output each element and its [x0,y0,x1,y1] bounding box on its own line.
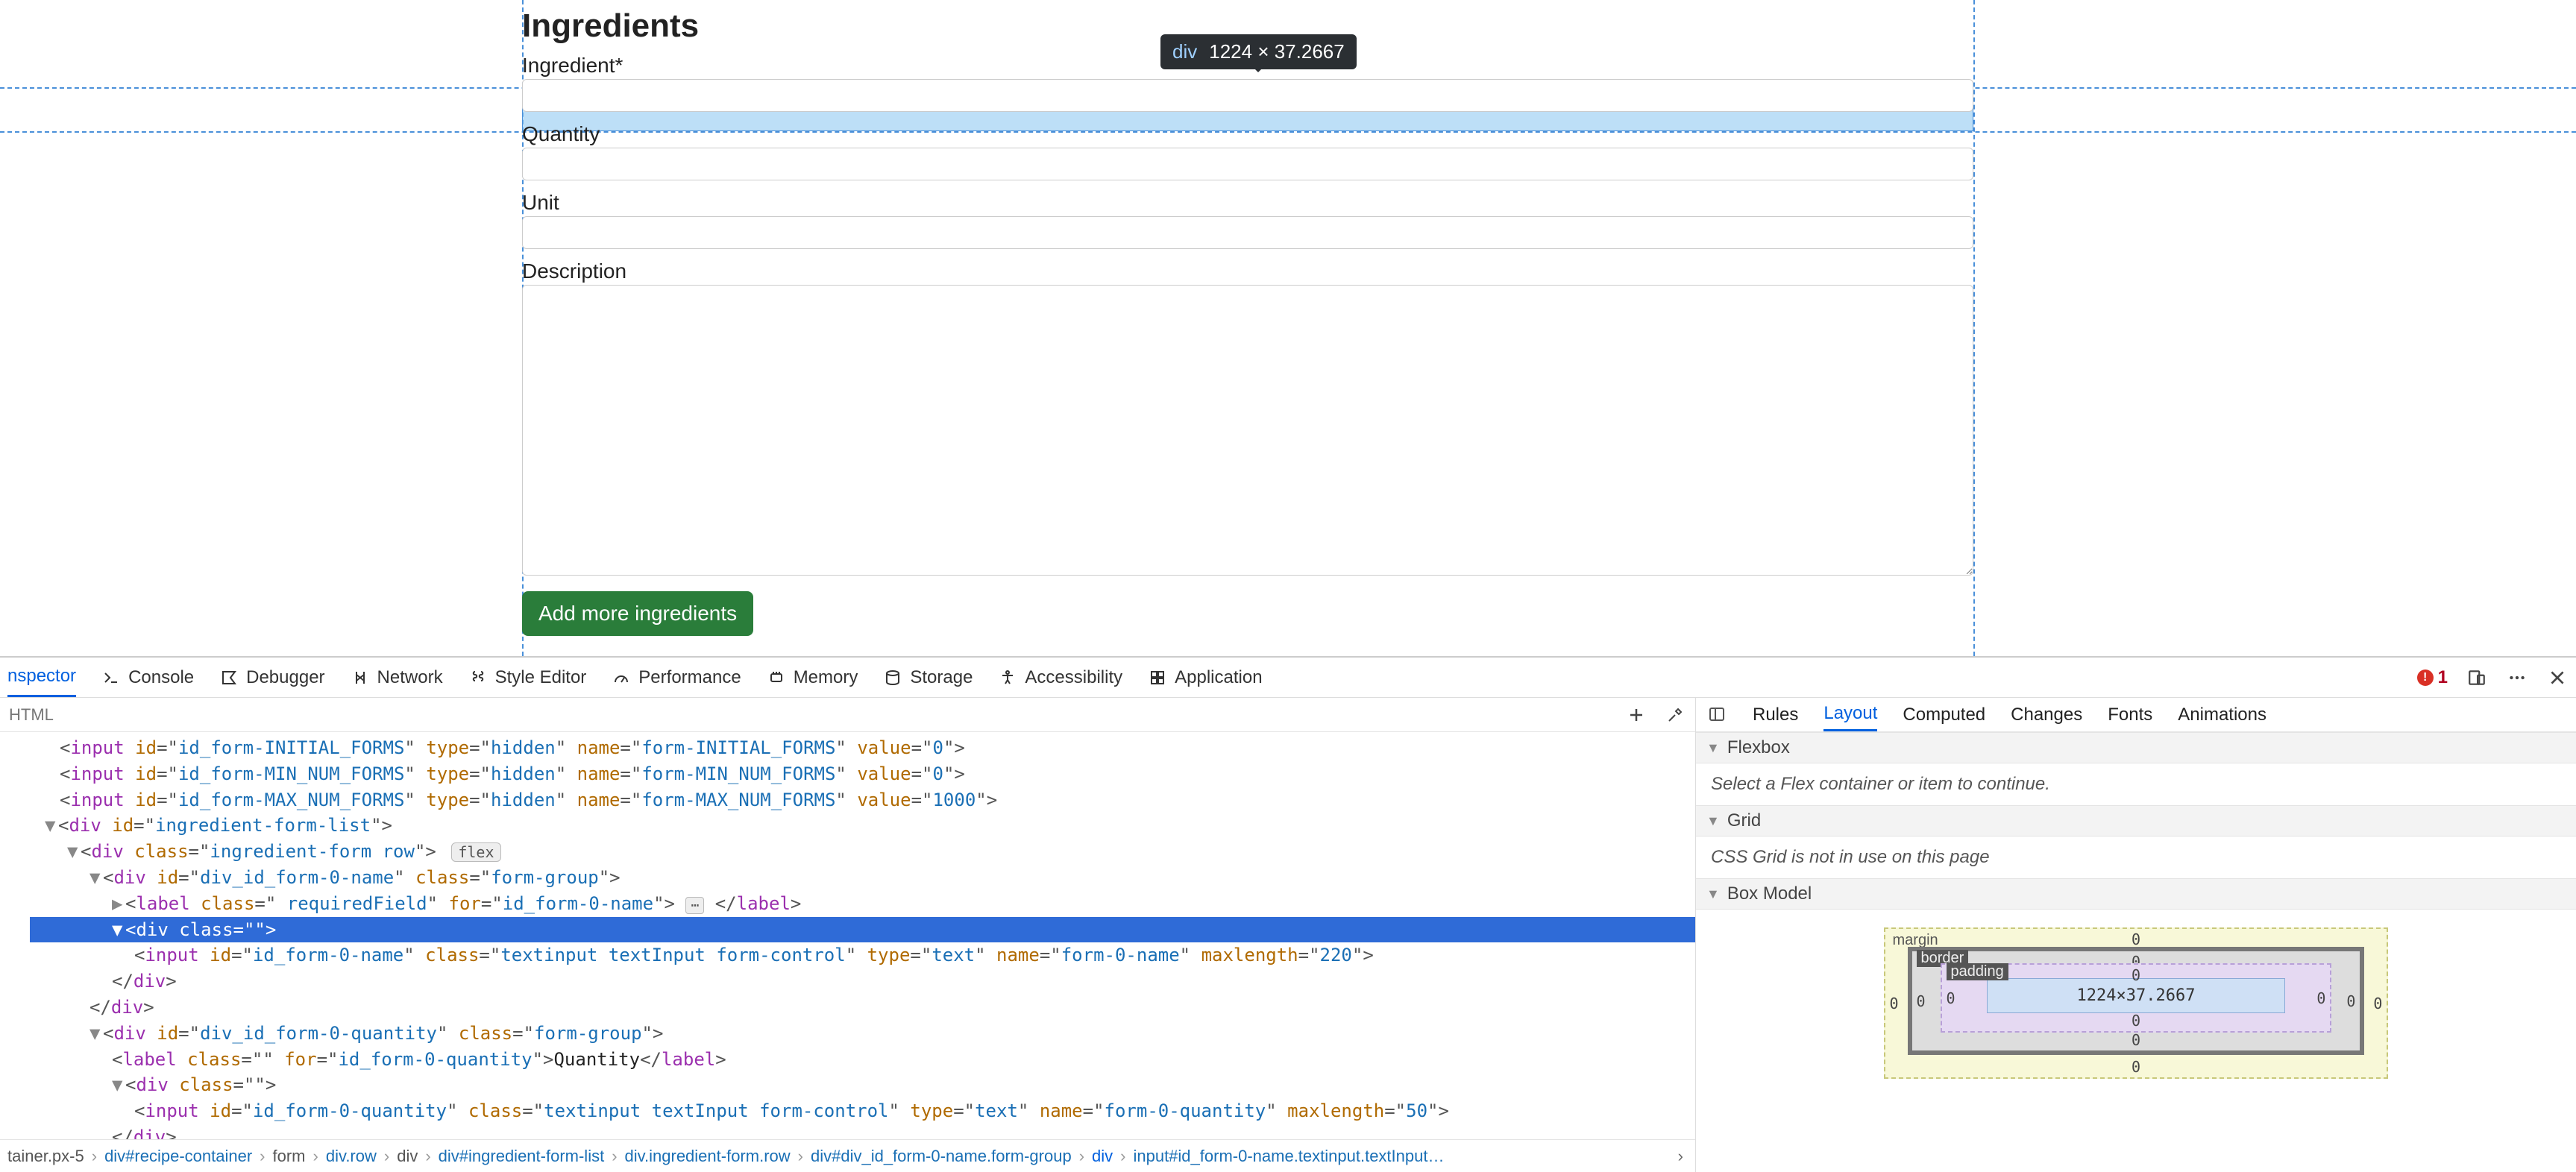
storage-icon [883,668,902,687]
responsive-mode-icon[interactable] [2466,667,2488,689]
highlight-guide-right [1973,0,1975,656]
tab-memory[interactable]: Memory [767,658,858,697]
memory-icon [767,668,786,687]
subtab-changes[interactable]: Changes [2011,698,2082,731]
html-search-label: HTML [9,705,54,725]
tab-console[interactable]: Console [101,658,194,697]
html-search-row: HTML [0,698,1695,732]
tab-style-editor[interactable]: Style Editor [468,658,587,697]
kebab-menu-icon[interactable] [2506,667,2528,689]
subtab-layout[interactable]: Layout [1823,698,1877,731]
ingredients-form: Ingredients Ingredient* Quantity Unit De… [522,7,1973,636]
grid-message: CSS Grid is not in use on this page [1696,837,2576,878]
tab-debugger[interactable]: Debugger [219,658,324,697]
tab-inspector[interactable]: nspector [7,658,76,697]
tab-application[interactable]: Application [1148,658,1262,697]
quantity-group: Quantity [522,122,1973,180]
flexbox-section-header[interactable]: ▼Flexbox [1696,732,2576,763]
quantity-input[interactable] [522,148,1973,180]
application-icon [1148,668,1167,687]
add-more-ingredients-button[interactable]: Add more ingredients [522,591,753,636]
ingredient-label: Ingredient* [522,54,1973,78]
performance-icon [612,668,631,687]
side-panel-tabs: Rules Layout Computed Changes Fonts Anim… [1696,698,2576,732]
html-tree[interactable]: <input id="id_form-INITIAL_FORMS" type="… [0,732,1695,1139]
error-icon: ! [2417,670,2434,686]
console-icon [101,668,121,687]
ingredient-input[interactable] [522,79,1973,112]
tab-network[interactable]: Network [351,658,443,697]
description-label: Description [522,259,1973,283]
add-node-icon[interactable] [1625,704,1647,726]
description-textarea[interactable] [522,285,1973,576]
unit-group: Unit [522,191,1973,249]
unit-input[interactable] [522,216,1973,249]
accessibility-icon [998,668,1017,687]
eyedropper-icon[interactable] [1664,704,1686,726]
quantity-label: Quantity [522,122,1973,146]
tab-performance[interactable]: Performance [612,658,741,697]
description-group: Description [522,259,1973,581]
subtab-rules[interactable]: Rules [1753,698,1798,731]
boxmodel-section-header[interactable]: ▼Box Model [1696,878,2576,910]
unit-label: Unit [522,191,1973,215]
tab-storage[interactable]: Storage [883,658,973,697]
devtools-toolbar: nspector Console Debugger Network Style … [0,658,2576,698]
network-icon [351,668,370,687]
flexbox-message: Select a Flex container or item to conti… [1696,763,2576,805]
subtab-fonts[interactable]: Fonts [2108,698,2152,731]
tab-accessibility[interactable]: Accessibility [998,658,1122,697]
breadcrumb[interactable]: tainer.px-5› div#recipe-container› form›… [0,1139,1695,1172]
subtab-animations[interactable]: Animations [2178,698,2266,731]
devtools-panel: nspector Console Debugger Network Style … [0,656,2576,1172]
selected-tree-node[interactable]: ▼<div class=""> [30,917,1695,943]
ingredient-group: Ingredient* [522,54,1973,112]
panel-toggle-icon[interactable] [1708,705,1727,725]
error-count-badge[interactable]: ! 1 [2417,667,2448,688]
ingredients-heading: Ingredients [522,7,1973,45]
subtab-computed[interactable]: Computed [1903,698,1985,731]
close-devtools-icon[interactable] [2546,667,2569,689]
grid-section-header[interactable]: ▼Grid [1696,805,2576,837]
style-editor-icon [468,668,488,687]
box-model-diagram: margin 0 0 0 0 border 0 0 0 0 [1696,910,2576,1097]
breadcrumb-scroll-right-icon[interactable]: › [1674,1147,1688,1166]
debugger-icon [219,668,239,687]
